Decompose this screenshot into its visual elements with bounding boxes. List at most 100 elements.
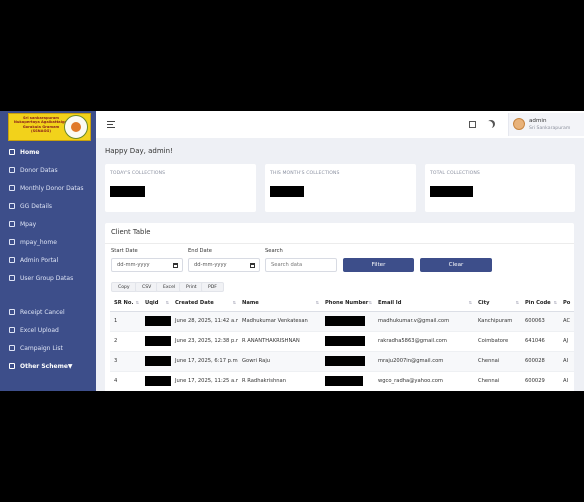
user-plus-icon [9, 363, 15, 369]
dark-mode-icon[interactable] [487, 120, 495, 128]
filter-button[interactable]: Filter [343, 258, 414, 272]
table-row[interactable]: 4 June 17, 2025, 11:25 a.m. R Radhakrish… [110, 371, 574, 391]
sort-icon[interactable]: ⇅ [136, 300, 139, 305]
pdf-button[interactable]: PDF [201, 282, 224, 292]
table-row[interactable]: 3 June 17, 2025, 6:17 p.m. Gowri Raju mr… [110, 351, 574, 372]
column-header[interactable]: Email Id ⇅ [374, 295, 474, 312]
user-minus-icon [9, 309, 15, 315]
end-date-input[interactable]: dd-mm-yyyy [188, 258, 260, 272]
user-menu[interactable]: admin Sri Sankarapuram [508, 113, 584, 136]
sort-icon[interactable]: ⇅ [369, 300, 372, 305]
column-header[interactable]: Po [559, 295, 574, 312]
app-window: Sri sankarapuram Nukapertaya Agalkattaig… [0, 111, 584, 391]
column-header[interactable]: Pin Code ⇅ [521, 295, 559, 312]
sidebar-item-gg-details[interactable]: GG Details [0, 198, 96, 214]
card-icon [9, 239, 15, 245]
copy-button[interactable]: Copy [111, 282, 137, 292]
column-header[interactable]: Phone Number ⇅ [321, 295, 374, 312]
sidebar-item-label: Excel Upload [20, 326, 59, 334]
today-collections-card: TODAY'S COLLECTIONS [105, 164, 256, 212]
created-cell: June 17, 2025, 6:17 p.m. [171, 351, 238, 372]
pin-cell: 600063 [521, 311, 559, 332]
sidebar-item-campaign-list[interactable]: Campaign List [0, 340, 96, 356]
calendar-icon[interactable] [173, 263, 178, 268]
calendar-icon[interactable] [250, 263, 255, 268]
user-name: admin [529, 118, 547, 124]
end-date-label: End Date [188, 248, 212, 254]
sidebar-item-admin-portal[interactable]: Admin Portal [0, 252, 96, 268]
column-header[interactable]: Uqid ⇅ [141, 295, 171, 312]
menu-toggle-icon[interactable] [107, 121, 115, 128]
fullscreen-icon[interactable] [469, 121, 476, 128]
sidebar-item-label: Monthly Donor Datas [20, 184, 84, 192]
name-cell: Gowri Raju [238, 351, 321, 372]
sort-icon[interactable]: ⇅ [316, 300, 319, 305]
clear-button[interactable]: Clear [420, 258, 492, 272]
sidebar-item-label: Campaign List [20, 344, 63, 352]
user-plus-icon [9, 203, 15, 209]
uqid-cell [141, 351, 171, 372]
client-table: SR No. ⇅ Uqid ⇅ Created Date ⇅ Name ⇅ Phone … [110, 295, 574, 391]
start-date-input[interactable]: dd-mm-yyyy [111, 258, 183, 272]
column-header[interactable]: City ⇅ [474, 295, 521, 312]
column-header[interactable]: SR No. ⇅ [110, 295, 141, 312]
uqid-cell [141, 311, 171, 332]
sort-icon[interactable]: ⇅ [166, 300, 169, 305]
csv-button[interactable]: CSV [135, 282, 159, 292]
user-plus-icon [9, 167, 15, 173]
sort-icon[interactable]: ⇅ [469, 300, 472, 305]
logo-seal-icon [64, 115, 88, 139]
sort-icon[interactable]: ⇅ [516, 300, 519, 305]
table-row[interactable]: 1 June 28, 2025, 11:42 a.m. Madhukumar V… [110, 311, 574, 332]
avatar [513, 118, 525, 130]
redacted-value [145, 316, 171, 326]
column-header[interactable]: Name ⇅ [238, 295, 321, 312]
sidebar-item-excel-upload[interactable]: Excel Upload [0, 322, 96, 338]
redacted-value [325, 316, 365, 326]
sidebar-item-label: mpay_home [20, 238, 57, 246]
uqid-cell [141, 371, 171, 391]
start-date-placeholder: dd-mm-yyyy [117, 262, 150, 268]
sidebar-item-label: Donor Datas [20, 166, 58, 174]
sidebar-item-donor-datas[interactable]: Donor Datas [0, 162, 96, 178]
top-bar: admin Sri Sankarapuram [96, 111, 584, 138]
user-plus-icon [9, 327, 15, 333]
sr-cell: 2 [110, 331, 141, 352]
table-row[interactable]: 2 June 23, 2025, 12:38 p.m. R ANANTHAKRI… [110, 331, 574, 352]
card-title: TODAY'S COLLECTIONS [110, 171, 166, 176]
redacted-value [325, 376, 363, 386]
sort-icon[interactable]: ⇅ [233, 300, 236, 305]
user-plus-icon [9, 257, 15, 263]
user-plus-icon [9, 275, 15, 281]
city-cell: Coimbatore [474, 331, 521, 352]
sidebar-item-mpay-home[interactable]: mpay_home [0, 234, 96, 250]
card-title: TOTAL COLLECTIONS [430, 171, 480, 176]
month-collections-card: THIS MONTH'S COLLECTIONS [265, 164, 416, 212]
sidebar-item-home[interactable]: Home [0, 144, 96, 160]
created-cell: June 23, 2025, 12:38 p.m. [171, 331, 238, 352]
sidebar-item-user-group-datas[interactable]: User Group Datas [0, 270, 96, 286]
po-cell: AJ [559, 331, 574, 352]
client-table-panel: Client Table Start Date End Date Search … [105, 223, 574, 391]
print-button[interactable]: Print [179, 282, 204, 292]
phone-cell [321, 311, 374, 332]
column-header[interactable]: Created Date ⇅ [171, 295, 238, 312]
email-cell: wgco_radha@yahoo.com [374, 371, 474, 391]
home-icon [9, 149, 15, 155]
logo-text: Sri sankarapuram Nukapertaya Agalkattaig… [13, 116, 69, 134]
created-cell: June 17, 2025, 11:25 a.m. [171, 371, 238, 391]
email-cell: rakradha5863@gmail.com [374, 331, 474, 352]
redacted-value [270, 186, 304, 197]
search-input[interactable] [265, 258, 337, 272]
pin-cell: 600029 [521, 371, 559, 391]
sidebar-item-label: Receipt Cancel [20, 308, 65, 316]
sidebar-item-mpay[interactable]: Mpay [0, 216, 96, 232]
brand-logo[interactable]: Sri sankarapuram Nukapertaya Agalkattaig… [8, 113, 91, 141]
sidebar-item-monthly-donor-datas[interactable]: Monthly Donor Datas [0, 180, 96, 196]
sidebar-item-other-scheme[interactable]: Other Scheme▼ [0, 358, 96, 374]
sidebar-item-label: Mpay [20, 220, 37, 228]
sidebar-item-receipt-cancel[interactable]: Receipt Cancel [0, 304, 96, 320]
sort-icon[interactable]: ⇅ [554, 300, 557, 305]
phone-cell [321, 351, 374, 372]
panel-title: Client Table [111, 228, 151, 236]
